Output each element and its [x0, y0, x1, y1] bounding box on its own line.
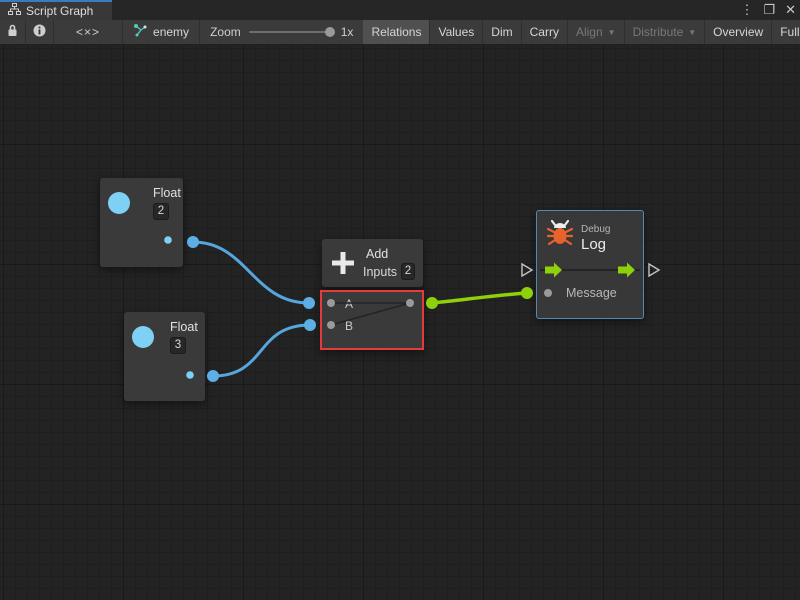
wire-float1-to-add-a[interactable]: [193, 242, 309, 303]
code-icon: <×>: [76, 25, 100, 39]
tab-script-graph[interactable]: Script Graph: [0, 0, 112, 20]
wire-endpoint[interactable]: [207, 370, 219, 382]
zoom-control: Zoom 1x: [200, 20, 363, 44]
lock-button[interactable]: [0, 20, 25, 44]
overview-button[interactable]: Overview: [705, 20, 771, 44]
inputs-count-field[interactable]: 2: [401, 263, 415, 280]
wire-endpoint[interactable]: [521, 287, 533, 299]
wire-endpoint[interactable]: [426, 297, 438, 309]
tab-label: Script Graph: [26, 4, 93, 18]
float-type-icon: [108, 192, 130, 214]
chevron-down-icon: ▼: [608, 28, 616, 37]
dim-button[interactable]: Dim: [483, 20, 520, 44]
float-node-1[interactable]: Float 2: [100, 178, 183, 267]
float-value-field[interactable]: 2: [153, 203, 169, 220]
code-view-button[interactable]: <×>: [54, 20, 122, 44]
float-value-field[interactable]: 3: [170, 337, 186, 354]
zoom-value: 1x: [341, 25, 354, 39]
tab-bar: Script Graph ⋮ ❐ ✕: [0, 0, 800, 20]
graph-name: enemy: [153, 25, 189, 39]
zoom-slider-handle[interactable]: [325, 27, 335, 37]
carry-button[interactable]: Carry: [522, 20, 567, 44]
info-button[interactable]: [26, 20, 53, 44]
maximize-icon[interactable]: ❐: [763, 0, 775, 20]
flow-in-triangle-icon[interactable]: [522, 264, 532, 276]
align-button[interactable]: Align ▼: [568, 20, 624, 44]
float-type-icon: [132, 326, 154, 348]
add-node[interactable]: Add Inputs 2: [322, 239, 423, 287]
full-screen-button[interactable]: Full Screen: [772, 20, 800, 44]
float-node-2[interactable]: Float 3: [124, 312, 205, 401]
chevron-down-icon: ▼: [688, 28, 696, 37]
distribute-button[interactable]: Distribute ▼: [625, 20, 705, 44]
toolbar: <×> enemy Zoom: [0, 20, 800, 45]
relations-button[interactable]: Relations: [363, 20, 429, 44]
plus-icon: [330, 250, 356, 281]
toolbar-middle-group: enemy Zoom 1x: [123, 20, 363, 44]
bug-icon: [547, 219, 573, 252]
info-icon: [33, 24, 46, 40]
graph-canvas[interactable]: Float 2 Float 3 Add Inputs 2 A B: [0, 45, 800, 600]
kebab-menu-icon[interactable]: ⋮: [740, 0, 753, 20]
message-port-label: Message: [566, 286, 617, 300]
toolbar-right-group: Relations Values Dim Carry Align ▼ Distr…: [363, 20, 800, 44]
node-title: Float: [153, 186, 181, 200]
debug-log-node[interactable]: Debug Log Message: [536, 210, 644, 319]
lock-icon: [7, 24, 18, 40]
values-button[interactable]: Values: [430, 20, 482, 44]
zoom-slider[interactable]: [249, 31, 333, 33]
port-b-label: B: [345, 319, 353, 333]
toolbar-left-group: <×>: [0, 20, 123, 44]
inputs-label: Inputs: [363, 265, 397, 279]
node-title: Float: [170, 320, 198, 334]
flow-out-triangle-icon[interactable]: [649, 264, 659, 276]
wire-add-to-debug-message[interactable]: [432, 293, 527, 303]
graph-breadcrumb[interactable]: enemy: [123, 20, 199, 44]
wire-endpoint[interactable]: [303, 297, 315, 309]
node-category: Debug: [581, 224, 610, 235]
script-graph-icon: [8, 2, 21, 20]
wire-float2-to-add-b[interactable]: [213, 325, 310, 376]
node-title: Add: [366, 247, 388, 261]
port-a-label: A: [345, 297, 353, 311]
close-icon[interactable]: ✕: [785, 0, 796, 20]
graph-icon: [133, 23, 147, 42]
zoom-label: Zoom: [210, 25, 241, 39]
script-graph-window: Script Graph ⋮ ❐ ✕: [0, 0, 800, 600]
wire-endpoint[interactable]: [304, 319, 316, 331]
wire-endpoint[interactable]: [187, 236, 199, 248]
add-node-ports[interactable]: A B: [320, 290, 424, 350]
node-title: Log: [581, 236, 606, 253]
window-controls: ⋮ ❐ ✕: [740, 0, 796, 20]
